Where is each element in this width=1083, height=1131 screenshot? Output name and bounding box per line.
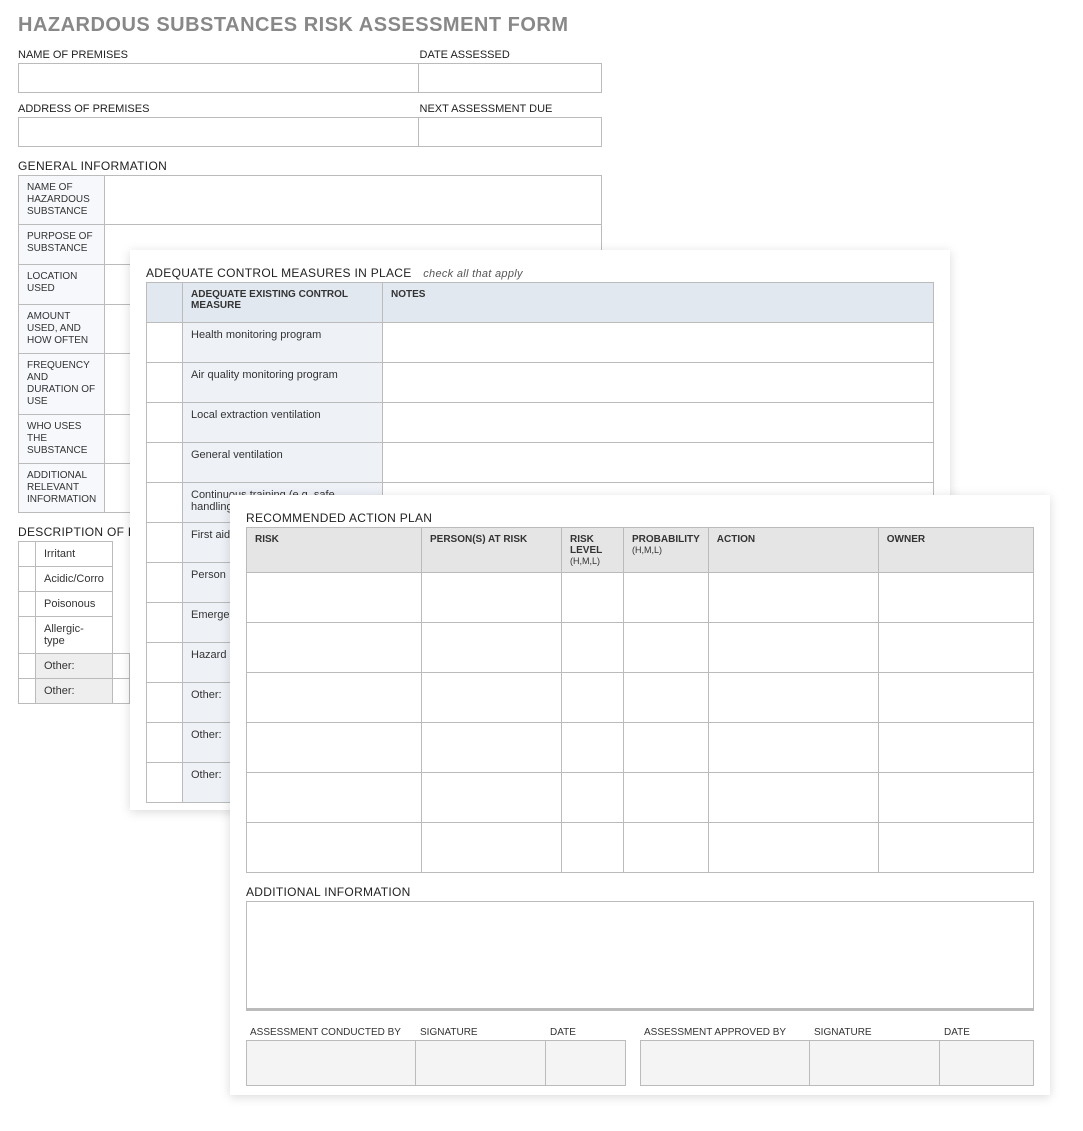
ctrl-check[interactable]	[147, 643, 183, 683]
input-signature-1[interactable]	[416, 1040, 546, 1086]
hz-check[interactable]	[19, 542, 36, 567]
input-name-premises[interactable]	[18, 63, 419, 93]
gi-label: AMOUNT USED, AND HOW OFTEN	[19, 305, 105, 354]
ap-row	[247, 773, 1034, 823]
input-approved-by[interactable]	[640, 1040, 810, 1086]
ap-h-risklevel: RISK LEVEL(H,M,L)	[562, 528, 624, 573]
input-conducted-by[interactable]	[246, 1040, 416, 1086]
input-date-2[interactable]	[940, 1040, 1034, 1086]
ctrl-notes[interactable]	[383, 363, 934, 403]
hz-check[interactable]	[19, 654, 36, 679]
ctrl-check[interactable]	[147, 483, 183, 523]
ctrl-check[interactable]	[147, 523, 183, 563]
ctrl-header-notes: NOTES	[383, 283, 934, 323]
hz-check[interactable]	[19, 679, 36, 704]
label-date: DATE	[546, 1025, 626, 1040]
gi-label: ADDITIONAL RELEVANT INFORMATION	[19, 464, 105, 513]
heading-control-measures: ADEQUATE CONTROL MEASURES IN PLACE check…	[146, 266, 934, 280]
heading-action-plan: RECOMMENDED ACTION PLAN	[246, 511, 1034, 525]
hz-other-label: Other:	[36, 679, 113, 704]
ap-h-owner: OWNER	[878, 528, 1033, 573]
hz-label: Allergic-type	[36, 617, 113, 654]
hz-label: Acidic/Corro	[36, 567, 113, 592]
input-date-assessed[interactable]	[419, 63, 602, 93]
ap-row	[247, 673, 1034, 723]
ctrl-check[interactable]	[147, 363, 183, 403]
heading-additional-info: ADDITIONAL INFORMATION	[246, 885, 1034, 899]
ctrl-check[interactable]	[147, 323, 183, 363]
gi-label: WHO USES THE SUBSTANCE	[19, 415, 105, 464]
page-3: RECOMMENDED ACTION PLAN RISK PERSON(S) A…	[230, 495, 1050, 1095]
ctrl-check[interactable]	[147, 563, 183, 603]
heading-general-info: GENERAL INFORMATION	[18, 159, 602, 173]
hz-label: Poisonous	[36, 592, 113, 617]
label-approved-by: ASSESSMENT APPROVED BY	[640, 1025, 810, 1040]
heading-text: ADEQUATE CONTROL MEASURES IN PLACE	[146, 266, 412, 280]
input-address-premises[interactable]	[18, 117, 419, 147]
hz-check[interactable]	[19, 617, 36, 654]
label-signature: SIGNATURE	[810, 1025, 940, 1040]
ap-row	[247, 573, 1034, 623]
ctrl-check[interactable]	[147, 403, 183, 443]
hz-label: Irritant	[36, 542, 113, 567]
input-next-due[interactable]	[419, 117, 602, 147]
gi-label: PURPOSE OF SUBSTANCE	[19, 225, 105, 265]
input-additional-info[interactable]	[246, 901, 1034, 1011]
ctrl-check[interactable]	[147, 603, 183, 643]
ap-row	[247, 623, 1034, 673]
input-date-1[interactable]	[546, 1040, 626, 1086]
ap-row	[247, 723, 1034, 773]
ctrl-header-chk	[147, 283, 183, 323]
ctrl-check[interactable]	[147, 683, 183, 723]
label-conducted-by: ASSESSMENT CONDUCTED BY	[246, 1025, 416, 1040]
ctrl-notes[interactable]	[383, 403, 934, 443]
ap-h-persons: PERSON(S) AT RISK	[422, 528, 562, 573]
label-signature: SIGNATURE	[416, 1025, 546, 1040]
ctrl-measure: Local extraction ventilation	[183, 403, 383, 443]
label-date-assessed: DATE ASSESSED	[420, 47, 603, 63]
hz-other-value[interactable]	[112, 654, 129, 679]
ctrl-check[interactable]	[147, 723, 183, 763]
hz-check[interactable]	[19, 567, 36, 592]
ctrl-measure: Air quality monitoring program	[183, 363, 383, 403]
hz-check[interactable]	[19, 592, 36, 617]
ap-row	[247, 823, 1034, 873]
label-date: DATE	[940, 1025, 1034, 1040]
label-address-premises: ADDRESS OF PREMISES	[18, 101, 420, 117]
ctrl-check[interactable]	[147, 443, 183, 483]
input-signature-2[interactable]	[810, 1040, 940, 1086]
ctrl-measure: Health monitoring program	[183, 323, 383, 363]
label-name-premises: NAME OF PREMISES	[18, 47, 420, 63]
gi-label: NAME OF HAZARDOUS SUBSTANCE	[19, 176, 105, 225]
label-next-due: NEXT ASSESSMENT DUE	[420, 101, 603, 117]
hz-other-value[interactable]	[112, 679, 129, 704]
form-title: HAZARDOUS SUBSTANCES RISK ASSESSMENT FOR…	[18, 14, 602, 37]
ap-h-prob: PROBABILITY(H,M,L)	[624, 528, 709, 573]
ap-h-risk: RISK	[247, 528, 422, 573]
ctrl-notes[interactable]	[383, 443, 934, 483]
gi-label: FREQUENCY AND DURATION OF USE	[19, 354, 105, 415]
table-action-plan: RISK PERSON(S) AT RISK RISK LEVEL(H,M,L)…	[246, 527, 1034, 873]
ctrl-check[interactable]	[147, 763, 183, 803]
ctrl-notes[interactable]	[383, 323, 934, 363]
gi-value[interactable]	[105, 176, 602, 225]
ap-h-action: ACTION	[708, 528, 878, 573]
ctrl-header-measure: ADEQUATE EXISTING CONTROL MEASURE	[183, 283, 383, 323]
hz-other-label: Other:	[36, 654, 113, 679]
gi-label: LOCATION USED	[19, 265, 105, 305]
heading-instr: check all that apply	[423, 268, 523, 280]
ctrl-measure: General ventilation	[183, 443, 383, 483]
table-hazard: Irritant Acidic/Corro Poisonous Allergic…	[18, 541, 130, 704]
